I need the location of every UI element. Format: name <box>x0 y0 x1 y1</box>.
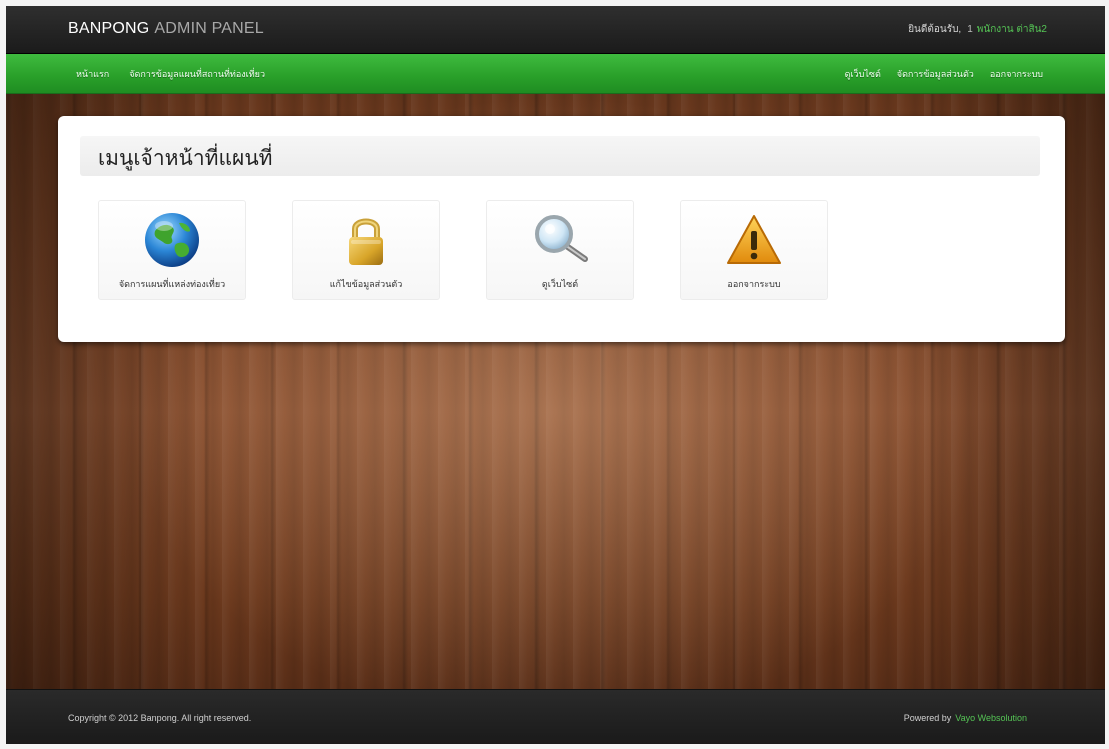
tile-label: แก้ไขข้อมูลส่วนตัว <box>329 280 403 290</box>
powered-by: Powered by Vayo Websolution <box>904 713 1027 723</box>
globe-icon <box>145 213 199 267</box>
tile-label: ออกจากระบบ <box>727 280 781 290</box>
brand-logo[interactable]: BANPONG ADMIN PANEL <box>68 20 264 38</box>
top-bar: BANPONG ADMIN PANEL ยินดีต้อนรับ, 1 พนักงาน… <box>6 6 1105 54</box>
nav-left: หน้าแรก จัดการข้อมูลแผนที่สถานที่ท่องเที… <box>76 67 265 81</box>
tile-manage-map[interactable]: จัดการแผนที่แหล่งท่องเที่ยว <box>98 200 246 300</box>
app-frame: BANPONG ADMIN PANEL ยินดีต้อนรับ, 1 พนักงาน… <box>6 6 1105 744</box>
brand-primary: BANPONG <box>68 20 150 37</box>
nav-right: ดูเว็บไซต์ จัดการข้อมูลส่วนตัว ออกจากระบ… <box>845 67 1043 81</box>
padlock-icon <box>349 218 383 265</box>
brand-secondary: ADMIN PANEL <box>154 20 264 37</box>
copyright-text: Copyright © 2012 Banpong. All right rese… <box>68 713 252 723</box>
warning-icon <box>727 215 781 264</box>
welcome-count: 1 <box>967 24 973 35</box>
page-title: เมนูเจ้าหน้าที่แผนที่ <box>98 146 273 170</box>
footer: Copyright © 2012 Banpong. All right rese… <box>6 689 1105 744</box>
magnifier-icon <box>535 215 588 262</box>
tile-label: จัดการแผนที่แหล่งท่องเที่ยว <box>118 280 226 290</box>
username-link[interactable]: พนักงาน ต่าสิน2 <box>977 24 1047 35</box>
powered-label: Powered by <box>903 713 952 723</box>
nav-item-logout[interactable]: ออกจากระบบ <box>990 67 1043 81</box>
menu-panel: เมนูเจ้าหน้าที่แผนที่ จัดการแผนที่แหล่งท… <box>58 116 1065 342</box>
main-nav: หน้าแรก จัดการข้อมูลแผนที่สถานที่ท่องเที… <box>6 54 1105 94</box>
vendor-link[interactable]: Vayo Websolution <box>955 713 1027 723</box>
tile-label: ดูเว็บไซต์ <box>541 280 579 290</box>
panel-header: เมนูเจ้าหน้าที่แผนที่ <box>80 136 1040 176</box>
nav-item-home[interactable]: หน้าแรก <box>76 67 109 81</box>
nav-item-profile[interactable]: จัดการข้อมูลส่วนตัว <box>897 67 974 81</box>
nav-item-view-site[interactable]: ดูเว็บไซต์ <box>845 67 881 81</box>
tile-logout[interactable]: ออกจากระบบ <box>680 200 828 300</box>
menu-tiles: จัดการแผนที่แหล่งท่องเที่ยว แก้ไขข้อมูลส… <box>98 200 828 300</box>
tile-view-site[interactable]: ดูเว็บไซต์ <box>486 200 634 300</box>
nav-item-manage-map[interactable]: จัดการข้อมูลแผนที่สถานที่ท่องเที่ยว <box>129 67 265 81</box>
welcome-label: ยินดีต้อนรับ, <box>908 24 962 35</box>
welcome-area: ยินดีต้อนรับ, 1 พนักงาน ต่าสิน2 <box>908 22 1047 37</box>
tile-edit-profile[interactable]: แก้ไขข้อมูลส่วนตัว <box>292 200 440 300</box>
